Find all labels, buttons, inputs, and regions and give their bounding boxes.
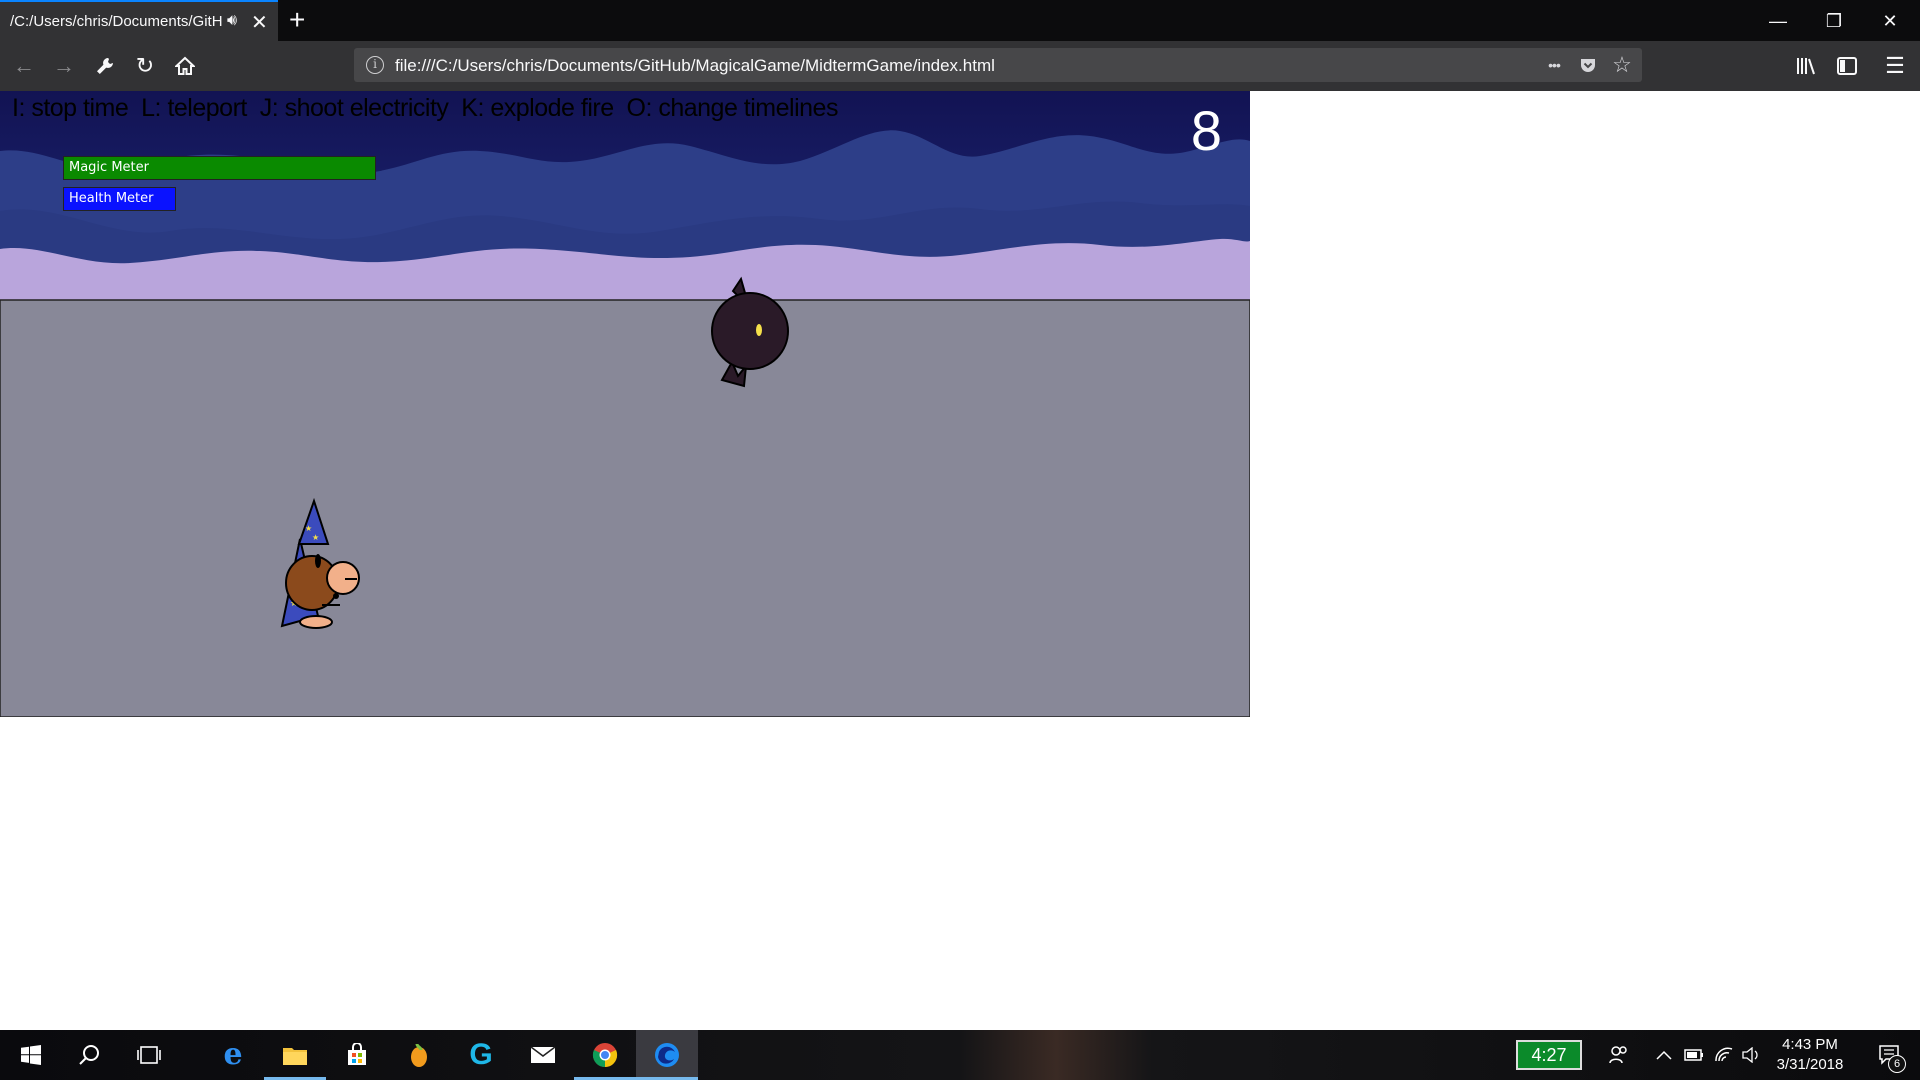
info-icon[interactable]: i [366, 56, 384, 74]
fl-studio-icon[interactable] [388, 1030, 450, 1080]
volume-icon[interactable] [1740, 1030, 1762, 1080]
navigation-toolbar: ← → ↻ i file:///C:/Users/chris/Documents… [0, 41, 1920, 91]
reload-button[interactable]: ↻ [128, 49, 162, 83]
minimize-button[interactable]: — [1755, 6, 1801, 36]
file-explorer-icon[interactable] [264, 1030, 326, 1080]
home-button[interactable] [168, 49, 202, 83]
tab-close-icon[interactable]: ✕ [251, 10, 268, 35]
system-clock[interactable]: 4:43 PM 3/31/2018 [1760, 1035, 1860, 1075]
menu-button[interactable]: ☰ [1878, 49, 1912, 83]
store-icon[interactable] [326, 1030, 388, 1080]
url-text[interactable]: file:///C:/Users/chris/Documents/GitHub/… [395, 56, 995, 76]
browser-tab[interactable]: /C:/Users/chris/Documents/GitH 🔊︎ ✕ [0, 0, 278, 41]
clock-time: 4:43 PM [1782, 1036, 1838, 1053]
people-icon[interactable] [1604, 1030, 1634, 1080]
new-tab-button[interactable]: + [289, 4, 305, 36]
svg-text:★: ★ [305, 524, 312, 533]
ground [0, 299, 1250, 717]
page-actions-icon[interactable]: ••• [1540, 52, 1568, 78]
wifi-icon[interactable] [1712, 1030, 1736, 1080]
clock-date: 3/31/2018 [1776, 1056, 1844, 1073]
controls-help-text: I: stop time L: teleport J: shoot electr… [12, 94, 838, 122]
svg-text:★: ★ [312, 533, 319, 542]
notification-count-badge: 6 [1888, 1055, 1906, 1073]
battery-icon[interactable] [1682, 1030, 1706, 1080]
score-counter: 8 [1190, 99, 1222, 162]
wrench-icon[interactable] [88, 49, 122, 83]
task-view-icon[interactable] [118, 1030, 180, 1080]
tab-title: /C:/Users/chris/Documents/GitH [10, 13, 223, 30]
forward-button[interactable]: → [47, 49, 81, 83]
close-window-button[interactable]: ✕ [1867, 6, 1913, 36]
windows-taskbar: e G 4:27 4:43 PM 3/31/2018 6 [0, 1030, 1920, 1080]
back-button[interactable]: ← [7, 49, 41, 83]
bookmark-star-icon[interactable]: ☆ [1608, 52, 1636, 78]
speaker-icon[interactable]: 🔊︎ [227, 12, 237, 30]
chevron-up-icon[interactable] [1652, 1030, 1676, 1080]
windows-start-icon[interactable] [0, 1030, 62, 1080]
magic-meter: Magic Meter [63, 156, 376, 180]
restore-button[interactable]: ❐ [1811, 6, 1857, 36]
action-center-icon[interactable]: 6 [1868, 1030, 1912, 1080]
pocket-icon[interactable] [1574, 52, 1602, 78]
battery-timer-widget[interactable]: 4:27 [1516, 1040, 1582, 1070]
sidebar-icon[interactable] [1830, 49, 1864, 83]
tab-bar: /C:/Users/chris/Documents/GitH 🔊︎ ✕ + — … [0, 0, 1920, 41]
game-canvas[interactable]: ★ ★ ★ ★ I: stop time L: teleport J: shoo… [0, 91, 1250, 717]
search-icon[interactable] [58, 1030, 120, 1080]
url-bar[interactable]: i file:///C:/Users/chris/Documents/GitHu… [354, 48, 1642, 82]
logitech-icon[interactable]: G [450, 1030, 512, 1080]
edge-icon[interactable]: e [202, 1030, 264, 1080]
mail-icon[interactable] [512, 1030, 574, 1080]
chrome-icon[interactable] [574, 1030, 636, 1080]
game-scene: ★ ★ ★ ★ [0, 91, 1250, 717]
firefox-icon[interactable] [636, 1030, 698, 1080]
health-meter: Health Meter [63, 187, 176, 211]
library-icon[interactable] [1790, 49, 1824, 83]
